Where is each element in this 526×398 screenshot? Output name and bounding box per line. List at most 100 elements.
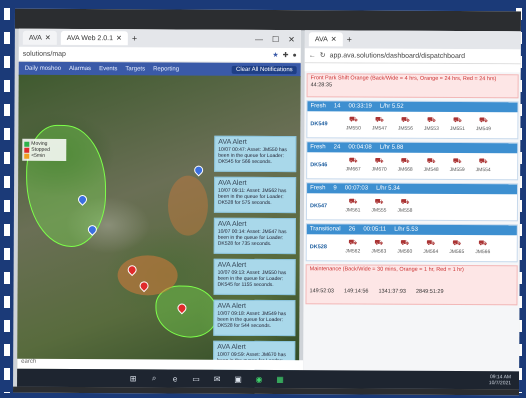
- back-icon[interactable]: ←: [309, 52, 316, 59]
- truck-icon[interactable]: ⛟ JM668: [392, 158, 418, 174]
- truck-icon[interactable]: ⛟ JM560: [392, 240, 418, 256]
- truck-icon[interactable]: ⛟ JM548: [418, 158, 444, 174]
- tab-ava[interactable]: AVA ✕: [308, 32, 343, 47]
- truck-icon[interactable]: ⛟ JM556: [392, 117, 418, 133]
- tab-bar: AVA ✕ +: [304, 30, 521, 50]
- alert-body: 10/07 00:14: Asset: JM547 has been in th…: [217, 228, 287, 248]
- profile-icon[interactable]: ●: [293, 52, 301, 59]
- legend-item: <5min: [24, 153, 64, 159]
- new-tab-button[interactable]: +: [132, 33, 137, 43]
- loader-row-body: DK546 ⛟ JM667 ⛟ JM670 ⛟ JM668 ⛟ JM548 ⛟ JM559…: [307, 152, 517, 179]
- reload-icon[interactable]: ↻: [320, 51, 326, 59]
- tab-ava[interactable]: AVA ✕: [22, 30, 57, 45]
- truck-icon[interactable]: ⛟ JM558: [392, 199, 418, 215]
- alert-toast[interactable]: AVA Alert 10/07 09:11: Asset: JM562 has b…: [213, 176, 297, 214]
- excel-icon[interactable]: ▦: [274, 375, 286, 384]
- clear-notifications-button[interactable]: Clear All Notifications: [231, 65, 297, 75]
- url-text[interactable]: solutions/map: [23, 50, 66, 57]
- truck-icon[interactable]: ⛟ JM562: [340, 239, 366, 255]
- legend-swatch: [24, 153, 30, 159]
- close-window-icon[interactable]: ✕: [288, 35, 295, 44]
- address-bar[interactable]: solutions/map ★ ✚ ●: [18, 46, 301, 64]
- star-icon[interactable]: ★: [272, 51, 278, 59]
- folder-icon[interactable]: ▭: [190, 374, 202, 383]
- shift-value: 44:28:35: [310, 82, 333, 89]
- nav-item[interactable]: Targets: [125, 66, 145, 72]
- pit-area: [117, 255, 178, 296]
- truck-icon[interactable]: ⛟ JM551: [444, 117, 470, 133]
- maintenance-values: 149:52:03 149:14:56 1341:37:93 2849:51:2…: [309, 288, 444, 295]
- loader-name[interactable]: DK547: [307, 203, 340, 209]
- loader-row-body: DK549 ⛟ JM550 ⛟ JM547 ⛟ JM556 ⛟ JM553 ⛟ JM551…: [307, 111, 517, 138]
- truck-icon[interactable]: ⛟ JM559: [444, 158, 470, 174]
- loader-name[interactable]: DK528: [307, 244, 340, 250]
- maintenance-panel: Maintenance (Back/Wide = 30 mins, Orange…: [305, 264, 518, 306]
- close-icon[interactable]: ✕: [45, 34, 51, 42]
- map-browser-window: AVA ✕ AVA Web 2.0.1 ✕ + — ☐ ✕ solutions/map …: [17, 28, 304, 378]
- satellite-map[interactable]: Moving Stopped <5min AVA Alert 10/07 00:4…: [17, 74, 301, 378]
- geofence-zone[interactable]: [155, 285, 218, 338]
- truck-icon[interactable]: ⛟ JM670: [366, 158, 392, 174]
- truck-icon[interactable]: ⛟ JM555: [366, 199, 392, 215]
- mail-icon[interactable]: ✉: [211, 374, 223, 383]
- loader-row[interactable]: Fresh 9 00:07:03 L/hr 5.34 DK547 ⛟ JM561 …: [305, 182, 519, 222]
- alert-toast[interactable]: AVA Alert 10/07 00:14: Asset: JM547 has b…: [213, 217, 296, 255]
- truck-icon[interactable]: ⛟ JM564: [418, 240, 444, 256]
- truck-icon[interactable]: ⛟ JM563: [366, 240, 392, 256]
- minimize-icon[interactable]: —: [255, 34, 263, 43]
- search-icon[interactable]: ⌕: [148, 373, 160, 383]
- dispatch-browser-window: AVA ✕ + ← ↻ app.ava.solutions/dashboard/d…: [303, 30, 521, 372]
- maintenance-label: Maintenance (Back/Wide = 30 mins, Orange…: [309, 266, 464, 274]
- alert-body: 10/07 09:13: Asset: JM550 has been in th…: [217, 269, 287, 289]
- alert-toast[interactable]: AVA Alert 10/07 00:47: Asset: JM550 has b…: [214, 135, 297, 173]
- address-bar[interactable]: ← ↻ app.ava.solutions/dashboard/dispatch…: [304, 48, 521, 65]
- nav-item[interactable]: Reporting: [153, 66, 179, 72]
- truck-icon[interactable]: ⛟ JM566: [470, 240, 496, 256]
- tab-label: AVA: [314, 35, 328, 43]
- chrome-icon[interactable]: ◉: [253, 374, 265, 383]
- close-icon[interactable]: ✕: [116, 34, 122, 42]
- loader-row[interactable]: Fresh 14 00:33:19 L/hr 5.52 DK549 ⛟ JM550…: [306, 100, 519, 140]
- truck-icon[interactable]: ⛟ JM561: [340, 198, 366, 214]
- alert-toast[interactable]: AVA Alert 10/07 09:13: Asset: JM550 has b…: [213, 258, 296, 296]
- loader-row-body: DK528 ⛟ JM562 ⛟ JM563 ⛟ JM560 ⛟ JM564 ⛟ JM565…: [307, 234, 517, 261]
- map-legend: Moving Stopped <5min: [22, 138, 67, 161]
- nav-item[interactable]: Alarmas: [69, 66, 91, 72]
- legend-swatch: [24, 147, 30, 153]
- extensions-icon[interactable]: ✚: [283, 51, 289, 59]
- maximize-icon[interactable]: ☐: [272, 35, 279, 44]
- monitor-bezel: [14, 8, 522, 32]
- system-clock[interactable]: 09:14 AM 10/7/2021: [489, 374, 511, 386]
- nav-item[interactable]: Events: [99, 66, 117, 72]
- loader-row[interactable]: Fresh 24 00:04:08 L/hr 5.88 DK546 ⛟ JM667…: [306, 141, 519, 181]
- monitor-screen: AVA ✕ AVA Web 2.0.1 ✕ + — ☐ ✕ solutions/map …: [12, 8, 522, 396]
- truck-icon[interactable]: ⛟ JM667: [340, 157, 366, 173]
- truck-icon[interactable]: ⛟ JM547: [366, 117, 392, 133]
- url-text[interactable]: app.ava.solutions/dashboard/dispatchboar…: [330, 52, 465, 60]
- dashboard-nav: [304, 63, 521, 73]
- alert-body: 10/07 00:47: Asset: JM550 has been in th…: [218, 146, 287, 166]
- alert-toast[interactable]: AVA Alert 10/07 09:18: Asset: JM549 has b…: [213, 299, 296, 337]
- new-tab-button[interactable]: +: [347, 34, 352, 44]
- frame-dashes-left: [4, 8, 10, 393]
- close-icon[interactable]: ✕: [331, 35, 337, 43]
- alert-body: 10/07 09:11: Asset: JM562 has been in th…: [217, 187, 287, 207]
- loader-row-body: DK547 ⛟ JM561 ⛟ JM555 ⛟ JM558: [307, 193, 517, 220]
- tab-label: AVA Web 2.0.1: [66, 34, 114, 42]
- store-icon[interactable]: ▣: [232, 374, 244, 383]
- nav-item[interactable]: Daily moshoo: [25, 66, 61, 72]
- loader-name[interactable]: DK549: [307, 121, 340, 127]
- legend-swatch: [24, 141, 30, 147]
- shift-banner: Front Park Shift Orange (Back/Wide = 4 h…: [306, 73, 519, 99]
- truck-icon[interactable]: ⛟ JM553: [418, 117, 444, 133]
- loader-row[interactable]: Transitional 26 00:05:11 L/hr 5.53 DK528…: [305, 223, 518, 263]
- windows-icon[interactable]: ⊞: [127, 374, 139, 383]
- tab-ava-web[interactable]: AVA Web 2.0.1 ✕: [60, 30, 128, 46]
- truck-icon[interactable]: ⛟ JM554: [470, 158, 496, 174]
- loader-name[interactable]: DK546: [307, 162, 340, 168]
- vehicle-marker[interactable]: [192, 163, 206, 177]
- truck-icon[interactable]: ⛟ JM549: [470, 117, 496, 133]
- truck-icon[interactable]: ⛟ JM565: [444, 240, 470, 256]
- edge-icon[interactable]: e: [169, 374, 181, 383]
- truck-icon[interactable]: ⛟ JM550: [340, 116, 366, 132]
